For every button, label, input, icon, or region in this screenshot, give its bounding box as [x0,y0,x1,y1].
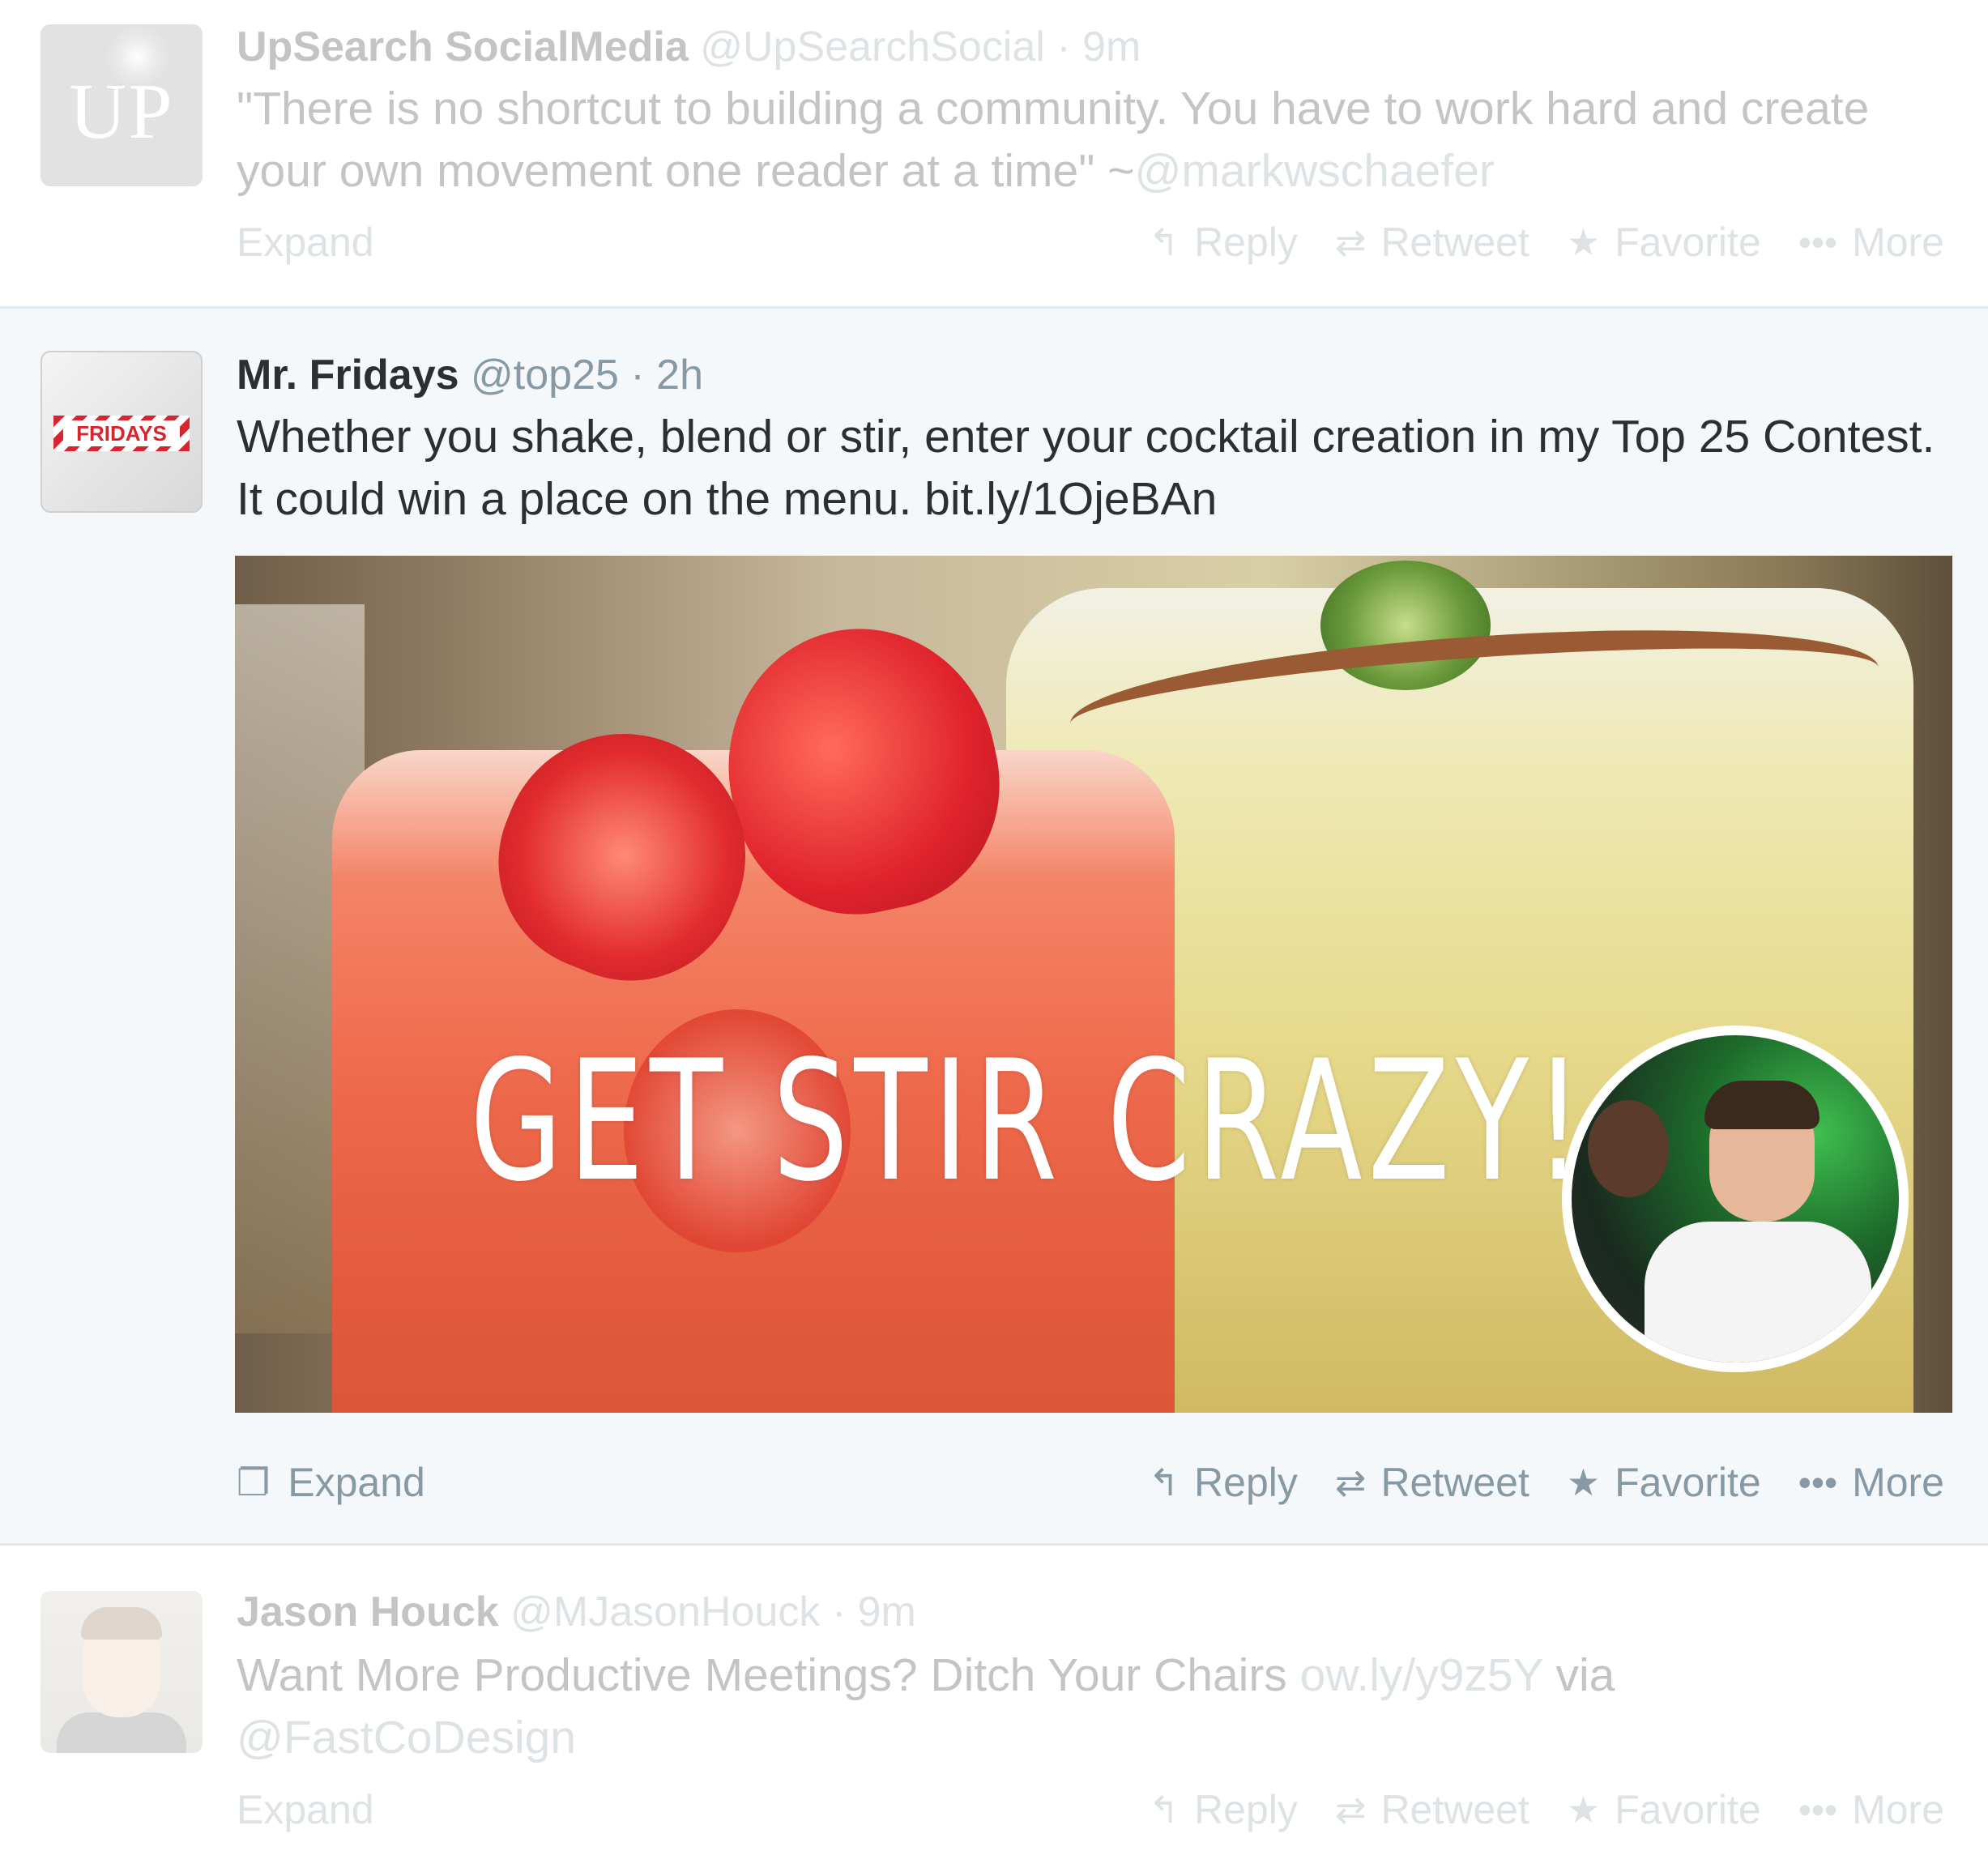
avatar-hair [81,1607,162,1640]
mention-link[interactable]: @FastCoDesign [237,1712,576,1764]
retweet-button[interactable]: ⇄ Retweet [1335,1786,1529,1833]
star-icon: ★ [1566,1461,1601,1503]
favorite-button[interactable]: ★ Favorite [1567,219,1761,266]
tweet-text: "There is no shortcut to building a comm… [237,78,1938,203]
tweet-upsearch[interactable]: UP UpSearch SocialMedia @UpSearchSocial … [0,0,1988,306]
more-button[interactable]: ••• More [1798,219,1944,266]
expand-label: Expand [288,1460,425,1505]
more-label: More [1852,1460,1944,1505]
favorite-button[interactable]: ★ Favorite [1567,1459,1761,1506]
via-text: via [1555,1649,1615,1701]
url-link[interactable]: ow.ly/y9z5Y [1300,1649,1543,1701]
tweet-text-main: Want More Productive Meetings? Ditch You… [237,1649,1287,1701]
timestamp[interactable]: 2h [656,352,703,399]
timestamp[interactable]: 9m [1082,23,1141,70]
more-dots-icon: ••• [1798,221,1838,263]
bartender-photo [1562,1026,1909,1372]
reply-button[interactable]: ↰ Reply [1149,1459,1298,1506]
retweet-icon: ⇄ [1334,1789,1367,1831]
mention-link[interactable]: @markwschaefer [1135,145,1495,197]
star-icon: ★ [1566,221,1601,263]
bartender-hair [1704,1081,1819,1129]
retweet-icon: ⇄ [1334,1461,1367,1503]
more-button[interactable]: ••• More [1798,1459,1944,1506]
user-handle[interactable]: @top25 [471,352,619,399]
user-handle[interactable]: @MJasonHouck [510,1589,820,1636]
retweet-label: Retweet [1380,1460,1529,1505]
separator-dot: · [630,352,645,399]
user-handle[interactable]: @UpSearchSocial [700,23,1045,70]
reply-button[interactable]: ↰ Reply [1149,1786,1298,1833]
action-buttons: ↰ Reply ⇄ Retweet ★ Favorite ••• More [1149,1786,1945,1833]
avatar-logo-text: FRIDAYS [63,420,180,446]
reply-icon: ↰ [1148,221,1180,263]
favorite-label: Favorite [1615,220,1761,265]
expand-link[interactable]: ❐ Expand [237,1459,425,1506]
star-icon: ★ [1566,1789,1601,1831]
shaker [1588,1100,1669,1197]
user-name[interactable]: UpSearch SocialMedia [237,23,689,70]
retweet-label: Retweet [1380,220,1529,265]
reply-icon: ↰ [1148,1461,1180,1503]
expand-link[interactable]: Expand [237,219,374,266]
bartender-photo-inner [1572,1035,1899,1363]
tweet-actions: Expand ↰ Reply ⇄ Retweet ★ Favorite ••• More [237,1786,1944,1843]
more-dots-icon: ••• [1798,1789,1838,1831]
retweet-label: Retweet [1380,1787,1529,1832]
favorite-label: Favorite [1615,1787,1761,1832]
tweet-actions: ❐ Expand ↰ Reply ⇄ Retweet ★ Favorite ••• Mo… [237,1459,1944,1516]
expand-label: Expand [237,1787,374,1832]
tweet-media-image[interactable]: GET STIR CRAZY! [235,556,1952,1413]
more-label: More [1852,1787,1944,1832]
bartender-shirt [1645,1222,1871,1363]
retweet-button[interactable]: ⇄ Retweet [1335,219,1529,266]
separator-dot: · [831,1589,847,1636]
user-name[interactable]: Mr. Fridays [237,352,459,399]
tweet-header: Jason Houck @MJasonHouck · 9m [237,1588,916,1636]
favorite-button[interactable]: ★ Favorite [1567,1786,1761,1833]
avatar-shirt [57,1712,186,1753]
more-label: More [1852,220,1944,265]
avatar[interactable]: UP [41,24,203,186]
tweet-jason-houck[interactable]: Jason Houck @MJasonHouck · 9m Want More … [0,1546,1988,1868]
tweet-actions: Expand ↰ Reply ⇄ Retweet ★ Favorite ••• More [237,219,1944,275]
expand-label: Expand [237,220,374,265]
timestamp[interactable]: 9m [858,1589,916,1636]
separator-dot: · [1056,23,1071,70]
retweet-icon: ⇄ [1334,221,1367,263]
reply-button[interactable]: ↰ Reply [1149,219,1298,266]
expand-link[interactable]: Expand [237,1786,374,1833]
tweet-mr-fridays[interactable]: FRIDAYS Mr. Fridays @top25 · 2h Whether … [0,306,1988,1546]
action-buttons: ↰ Reply ⇄ Retweet ★ Favorite ••• More [1149,1459,1945,1506]
avatar-logo-text: UP [69,68,174,156]
media-headline: GET STIR CRAZY! [470,1026,1589,1218]
retweet-button[interactable]: ⇄ Retweet [1335,1459,1529,1506]
reply-label: Reply [1194,1460,1298,1505]
more-button[interactable]: ••• More [1798,1786,1944,1833]
avatar[interactable]: FRIDAYS [41,351,203,513]
reply-icon: ↰ [1148,1789,1180,1831]
user-name[interactable]: Jason Houck [237,1589,499,1636]
reply-label: Reply [1194,1787,1298,1832]
tweet-header: Mr. Fridays @top25 · 2h [237,351,703,399]
reply-label: Reply [1194,220,1298,265]
action-buttons: ↰ Reply ⇄ Retweet ★ Favorite ••• More [1149,219,1945,266]
media-expand-icon: ❐ [237,1461,271,1503]
tweet-text: Want More Productive Meetings? Ditch You… [237,1644,1938,1769]
tweet-text: Whether you shake, blend or stir, enter … [237,411,1935,525]
tweet-header: UpSearch SocialMedia @UpSearchSocial · 9… [237,23,1141,71]
avatar[interactable] [41,1591,203,1753]
tweet-text-main: "There is no shortcut to building a comm… [237,83,1870,197]
favorite-label: Favorite [1615,1460,1761,1505]
more-dots-icon: ••• [1798,1461,1838,1503]
